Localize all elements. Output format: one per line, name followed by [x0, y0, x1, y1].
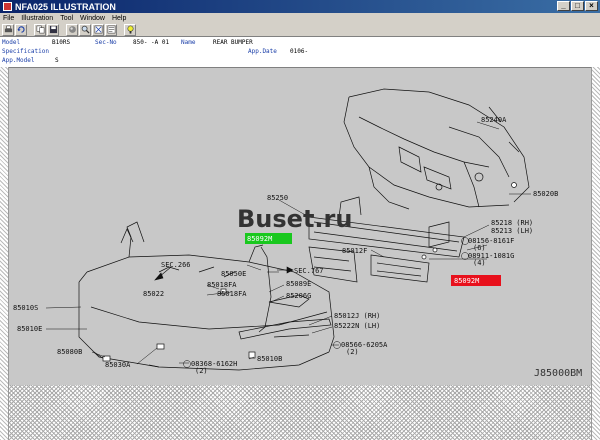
model-value: B10RS [52, 39, 71, 46]
part-85206G[interactable]: 85206G [286, 292, 311, 300]
left-margin [0, 67, 9, 440]
info-panel: Model B10RS Sec-No 850- -A 01 Name REAR … [0, 37, 600, 67]
part-85250[interactable]: 85250 [267, 194, 288, 202]
model-label: Model [2, 39, 21, 46]
part-85012F[interactable]: 85012F [342, 247, 367, 255]
canvas-background-hatch [9, 385, 591, 440]
part-85010E[interactable]: 85010E [17, 325, 42, 333]
menu-tool[interactable]: Tool [60, 15, 73, 22]
part-85018FA-a[interactable]: 85018FA [207, 281, 237, 289]
secno-value: 850- -A 01 [133, 39, 170, 46]
window-title: NFA025 ILLUSTRATION [15, 1, 116, 12]
copy-button[interactable] [34, 23, 46, 36]
part-08566-qty: (2) [346, 348, 359, 356]
section-767[interactable]: SEC.767 [294, 267, 324, 275]
print-icon [4, 25, 12, 33]
part-85080B[interactable]: 85080B [57, 348, 82, 356]
appdate-value: 0106- [290, 48, 309, 55]
copy-icon [36, 25, 44, 34]
appmodel-value: S [55, 57, 59, 64]
part-85240A[interactable]: 85240A [481, 116, 507, 124]
close-button[interactable]: × [585, 1, 598, 11]
menu-bar: File Illustration Tool Window Help [0, 13, 600, 23]
highlight-red-label: 85092M [454, 277, 479, 285]
minimize-button[interactable]: _ [557, 1, 570, 11]
magnify-icon [81, 25, 90, 34]
menu-file[interactable]: File [3, 15, 14, 22]
part-85089E[interactable]: 85089E [286, 280, 311, 288]
part-08156-qty: (6) [473, 244, 486, 252]
secno-label: Sec-No [95, 39, 117, 46]
part-85218[interactable]: 85218 (RH) [491, 219, 533, 227]
sphere-icon [68, 26, 76, 33]
title-bar[interactable]: NFA025 ILLUSTRATION _ □ × [0, 0, 600, 13]
section-266[interactable]: SEC.266 [161, 261, 191, 269]
save-icon [49, 25, 57, 34]
zoom-fit-button[interactable] [92, 23, 104, 36]
name-value: REAR BUMPER [213, 39, 253, 46]
toolbar [0, 23, 600, 37]
part-85213[interactable]: 85213 (LH) [491, 227, 533, 235]
right-margin [591, 67, 600, 440]
part-85020B[interactable]: 85020B [533, 190, 558, 198]
spec-label: Specification [2, 48, 49, 55]
undo-icon [16, 26, 25, 33]
appmodel-label: App.Model [2, 57, 35, 64]
find-part-icon [107, 25, 115, 34]
part-08911-qty: (4) [473, 259, 486, 267]
magnify-button[interactable] [79, 23, 91, 36]
print-button[interactable] [2, 23, 14, 36]
part-85018FA-b[interactable]: 85018FA [217, 290, 247, 298]
save-button[interactable] [47, 23, 59, 36]
name-label: Name [181, 39, 196, 46]
info-button[interactable] [124, 23, 136, 36]
illustration-ref-code: J85000BM [534, 368, 582, 379]
sphere-button[interactable] [66, 23, 78, 36]
find-part-button[interactable] [105, 23, 117, 36]
part-08368-qty: (2) [195, 367, 208, 375]
undo-button[interactable] [15, 23, 27, 36]
watermark-text: Buset.ru [237, 205, 352, 233]
maximize-button[interactable]: □ [571, 1, 584, 11]
parts-diagram[interactable]: 85092M 85092M Buset.ru 85240A 85020B 852… [9, 67, 591, 385]
zoom-fit-icon [94, 25, 102, 34]
part-85012J[interactable]: 85012J (RH) [334, 312, 380, 320]
menu-illustration[interactable]: Illustration [21, 15, 53, 22]
window-controls: _ □ × [557, 1, 598, 11]
app-window: NFA025 ILLUSTRATION _ □ × File Illustrat… [0, 0, 600, 440]
part-85010S[interactable]: 85010S [13, 304, 38, 312]
menu-help[interactable]: Help [112, 15, 126, 22]
body-shell-drawing [343, 88, 530, 210]
part-85022[interactable]: 85022 [143, 290, 164, 298]
part-85050E[interactable]: 85050E [221, 270, 246, 278]
appdate-label: App.Date [248, 48, 277, 55]
bracket-drawing [308, 246, 430, 283]
app-icon [3, 2, 12, 11]
part-85222N[interactable]: 85222N (LH) [334, 322, 380, 330]
part-85030A[interactable]: 85030A [105, 361, 131, 369]
highlight-green-label: 85092M [247, 235, 272, 243]
menu-window[interactable]: Window [80, 15, 105, 22]
part-85010B[interactable]: 85010B [257, 355, 282, 363]
info-icon [127, 25, 133, 34]
